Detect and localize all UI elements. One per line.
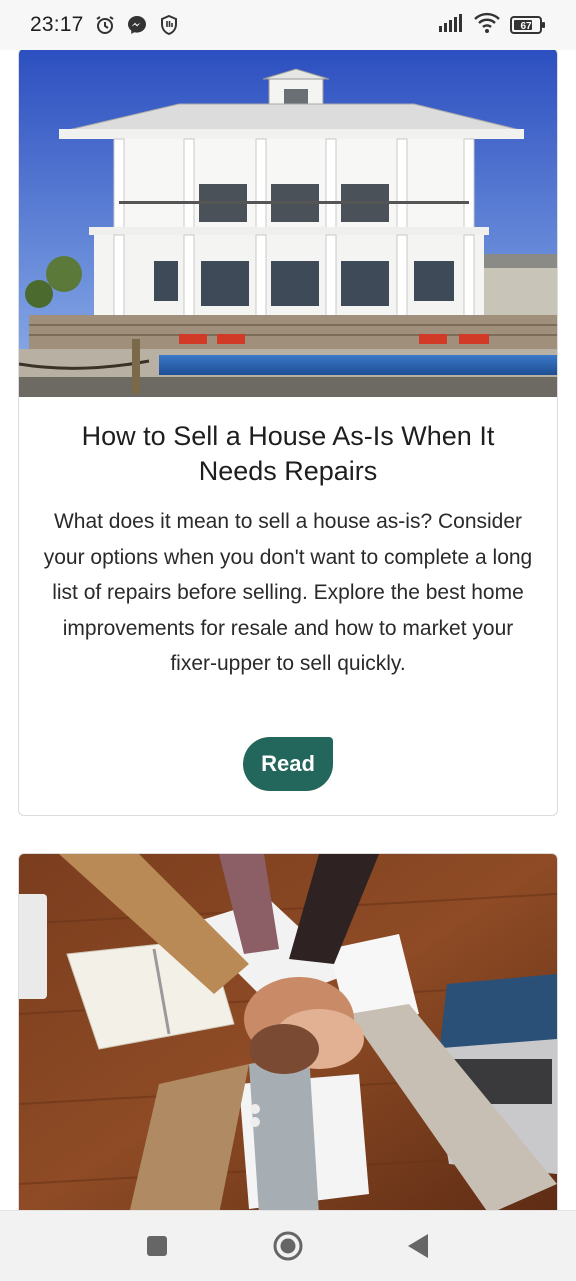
status-right: 67	[438, 12, 546, 39]
status-bar: 23:17 67	[0, 0, 576, 50]
status-left: 23:17	[30, 13, 180, 37]
battery-icon: 67	[510, 15, 546, 35]
article-card	[18, 853, 558, 1210]
messenger-icon	[126, 14, 148, 36]
read-button[interactable]: Read	[243, 737, 333, 791]
shield-hand-icon	[158, 14, 180, 36]
status-time: 23:17	[30, 13, 84, 36]
wifi-icon	[474, 12, 500, 39]
home-circle-icon[interactable]	[272, 1230, 304, 1262]
battery-level-text: 67	[520, 21, 532, 32]
house-pool-photo	[19, 50, 557, 397]
recents-square-icon[interactable]	[141, 1230, 173, 1262]
article-description: What does it mean to sell a house as-is?…	[43, 510, 533, 675]
signal-icon	[438, 13, 464, 38]
article-title: How to Sell a House As-Is When It Needs …	[81, 421, 495, 486]
article-card: How to Sell a House As-Is When It Needs …	[18, 50, 558, 816]
team-hands-photo	[19, 854, 557, 1210]
back-triangle-icon[interactable]	[402, 1230, 434, 1262]
article-list[interactable]: How to Sell a House As-Is When It Needs …	[0, 50, 576, 1210]
navigation-bar	[0, 1210, 576, 1281]
alarm-icon	[94, 14, 116, 36]
